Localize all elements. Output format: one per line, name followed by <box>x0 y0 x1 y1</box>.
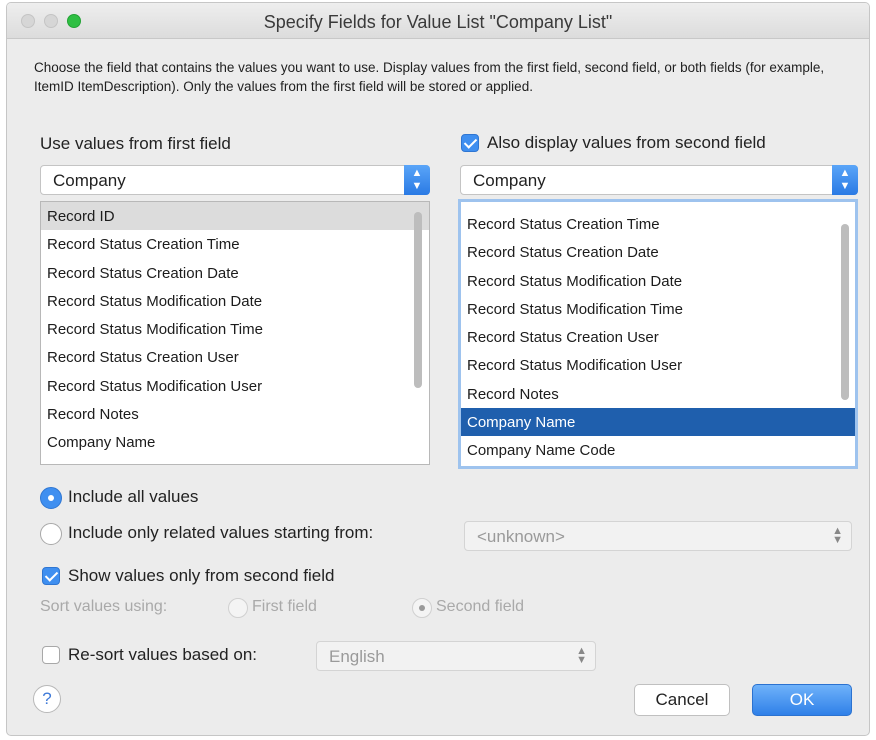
list-item[interactable]: Record Status Modification Date <box>41 287 429 315</box>
list-item[interactable]: Record Status Modification User <box>41 372 429 400</box>
second-field-table-popup[interactable]: Company ▲ ▼ <box>460 165 858 195</box>
resort-label: Re-sort values based on: <box>68 645 257 664</box>
second-list-scrollbar[interactable] <box>841 224 849 400</box>
first-field-label: Use values from first field <box>40 134 231 153</box>
second-field-label: Also display values from second field <box>487 133 766 152</box>
chevron-updown-icon: ▲ ▼ <box>576 645 587 666</box>
sort-label: Sort values using: <box>40 598 168 615</box>
include-related-radio[interactable] <box>40 523 62 545</box>
list-item[interactable]: Record Status Modification Date <box>461 267 855 295</box>
sort-second-radio[interactable] <box>412 598 432 618</box>
list-item[interactable]: Record Status Modification Time <box>461 295 855 323</box>
second-field-checkbox[interactable] <box>461 134 479 152</box>
ok-button[interactable]: OK <box>752 684 852 716</box>
include-related-label: Include only related values starting fro… <box>68 523 374 542</box>
first-field-table-popup[interactable]: Company ▲ ▼ <box>40 165 430 195</box>
sort-first-label: First field <box>252 598 317 615</box>
list-item[interactable]: Company Name <box>41 428 429 456</box>
include-all-radio[interactable] <box>40 487 62 509</box>
chevron-updown-icon: ▲ ▼ <box>404 165 430 195</box>
list-item[interactable]: Record Notes <box>41 400 429 428</box>
list-item[interactable]: Record Status Creation User <box>461 323 855 351</box>
related-table-popup[interactable]: <unknown> ▲ ▼ <box>464 521 852 551</box>
list-item[interactable]: Record Notes <box>461 380 855 408</box>
show-second-only-checkbox[interactable] <box>42 567 60 585</box>
instructions-text: Choose the field that contains the value… <box>34 60 825 94</box>
chevron-updown-icon: ▲ ▼ <box>832 525 843 546</box>
first-field-table-value: Company <box>53 171 126 190</box>
second-field-list[interactable]: Record Status Creation Time Record Status… <box>458 199 858 469</box>
language-popup[interactable]: English ▲ ▼ <box>316 641 596 671</box>
list-item[interactable]: Record Status Creation Date <box>461 238 855 266</box>
first-field-list[interactable]: Record ID Record Status Creation Time Reco… <box>40 201 430 465</box>
sort-first-radio[interactable] <box>228 598 248 618</box>
show-second-only-label: Show values only from second field <box>68 566 335 585</box>
list-item[interactable]: Record Status Creation Time <box>461 210 855 238</box>
list-item[interactable]: Record Status Modification Time <box>41 315 429 343</box>
list-item[interactable]: Record Status Modification User <box>461 351 855 379</box>
language-value: English <box>329 647 385 666</box>
cancel-button[interactable]: Cancel <box>634 684 730 716</box>
list-item[interactable]: Company Name <box>461 408 855 437</box>
include-all-label: Include all values <box>68 487 199 506</box>
second-field-table-value: Company <box>473 171 546 190</box>
help-button[interactable]: ? <box>33 685 61 713</box>
resort-checkbox[interactable] <box>42 646 60 664</box>
sort-second-label: Second field <box>436 598 525 615</box>
list-item[interactable]: Record Status Creation Date <box>41 259 429 287</box>
related-table-value: <unknown> <box>477 527 565 546</box>
list-item[interactable]: Record ID <box>41 202 429 231</box>
list-item[interactable]: Record Status Creation Time <box>41 230 429 258</box>
title-bar: Specify Fields for Value List "Company L… <box>7 3 869 39</box>
chevron-updown-icon: ▲ ▼ <box>832 165 858 195</box>
first-list-scrollbar[interactable] <box>414 212 422 388</box>
list-item[interactable]: Company Name Code <box>461 436 855 464</box>
list-item[interactable]: Record Status Creation User <box>41 343 429 371</box>
window-title: Specify Fields for Value List "Company L… <box>263 12 613 32</box>
